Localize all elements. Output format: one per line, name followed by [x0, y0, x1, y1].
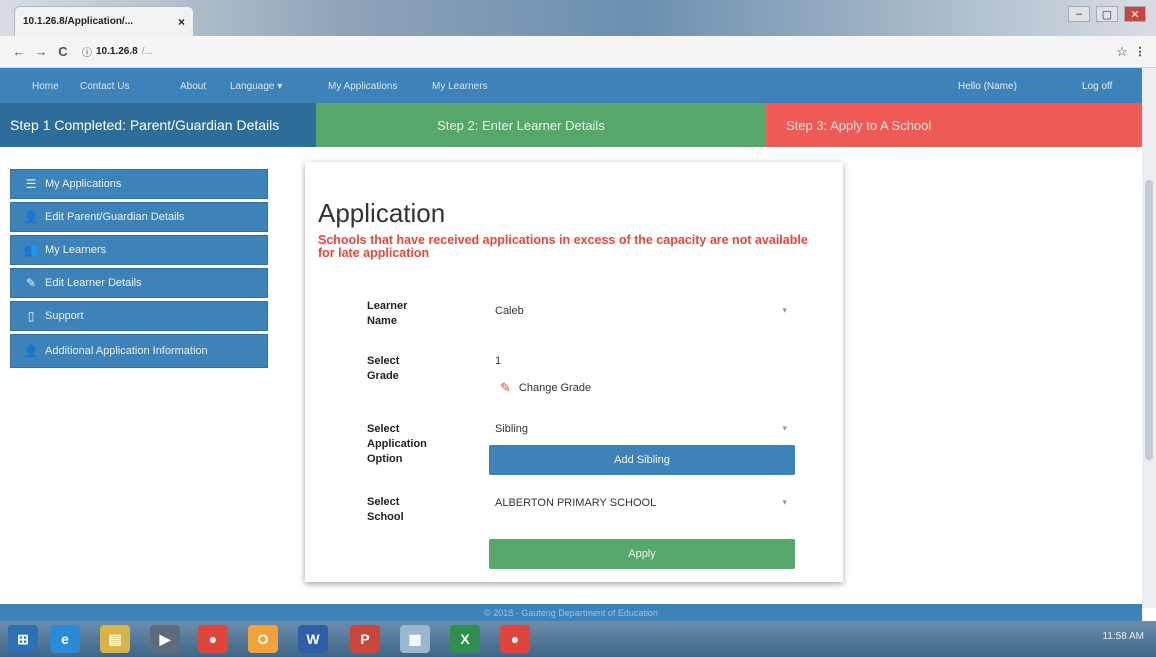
clock[interactable]: 11:58 AM [1102, 631, 1144, 642]
taskbar-app-icon[interactable]: ● [198, 625, 228, 653]
reload-icon[interactable]: C [52, 44, 74, 59]
chevron-down-icon: ▾ [782, 305, 787, 315]
taskbar-app-icon[interactable]: O [248, 625, 278, 653]
browser-tab[interactable]: 10.1.26.8/Application/... × [14, 6, 194, 36]
url-field[interactable]: ⓘ 10.1.26.8 /... [82, 44, 1112, 59]
sidebar-item-support[interactable]: ▯ Support [10, 301, 268, 331]
select-grade-label: Select Grade [367, 355, 400, 382]
sidebar-item-label: Support [45, 310, 84, 322]
list-icon: ☰ [25, 177, 37, 191]
sidebar-item-edit-parent[interactable]: 👤 Edit Parent/Guardian Details [10, 202, 268, 232]
os-taskbar: ⊞ e ▤ ▶ ● O W P ▦ X ● 11:58 AM [0, 621, 1156, 657]
window-close-icon[interactable]: ✕ [1124, 6, 1146, 22]
tab-title: 10.1.26.8/Application/... [23, 16, 134, 27]
nav-my-learners[interactable]: My Learners [432, 81, 488, 92]
pencil-icon: ✎ [500, 380, 511, 395]
sidebar-item-label: Additional Application Information [45, 345, 208, 357]
screen: 10.1.26.8/Application/... × – ▢ ✕ ← → C … [0, 0, 1156, 657]
school-value: ALBERTON PRIMARY SCHOOL [495, 497, 657, 509]
change-grade-label: Change Grade [518, 382, 592, 394]
sidebar-item-edit-learner[interactable]: ✎ Edit Learner Details [10, 268, 268, 298]
capacity-warning: Schools that have received applications … [318, 233, 808, 260]
grade-value-field: 1 [489, 349, 795, 373]
add-sibling-button[interactable]: Add Sibling [489, 445, 795, 475]
page-title: Application [318, 198, 446, 228]
nav-home[interactable]: Home [32, 81, 59, 92]
tab-close-icon[interactable]: × [178, 15, 185, 29]
logout-link[interactable]: Log off [1082, 81, 1112, 92]
minimize-icon[interactable]: – [1068, 6, 1090, 22]
footer: © 2018 - Gauteng Department of Education [0, 604, 1142, 622]
nav-language[interactable]: Language [230, 81, 282, 92]
app-navbar: Home Contact Us About Language My Applic… [0, 68, 1142, 108]
school-select[interactable]: ALBERTON PRIMARY SCHOOL ▾ [489, 491, 795, 515]
sidebar-item-my-applications[interactable]: ☰ My Applications [10, 169, 268, 199]
taskbar-app-icon[interactable]: P [350, 625, 380, 653]
application-option-label: Select Application Option [367, 423, 427, 465]
phone-icon: ▯ [27, 309, 35, 323]
window-controls: – ▢ ✕ [1068, 6, 1146, 22]
sidebar-item-label: My Learners [45, 244, 107, 256]
learner-name-value: Caleb [495, 305, 524, 317]
user-icon: 👤 [23, 210, 39, 224]
chevron-down-icon: ▾ [782, 423, 787, 433]
sidebar-item-additional-info[interactable]: 👤 Additional Application Information [10, 334, 268, 368]
application-option-value: Sibling [495, 423, 529, 435]
taskbar-app-icon[interactable]: ▦ [400, 625, 430, 653]
user-icon: 👤 [23, 344, 39, 358]
taskbar-app-icon[interactable]: W [298, 625, 328, 653]
user-greeting[interactable]: Hello (Name) [958, 81, 1017, 92]
grade-value: 1 [495, 355, 502, 367]
chevron-down-icon: ▾ [782, 497, 787, 507]
select-school-label: Select School [367, 496, 404, 523]
sidebar: ☰ My Applications 👤 Edit Parent/Guardian… [10, 169, 268, 371]
site-info-icon[interactable]: ⓘ [82, 44, 92, 59]
apply-button[interactable]: Apply [489, 539, 795, 569]
system-tray: 11:58 AM [1102, 631, 1144, 642]
maximize-icon[interactable]: ▢ [1096, 6, 1118, 22]
nav-contact-us[interactable]: Contact Us [80, 81, 129, 92]
address-bar: ← → C ⓘ 10.1.26.8 /... ☆ ⋮ [0, 36, 1156, 68]
sidebar-item-label: Edit Learner Details [45, 277, 142, 289]
taskbar-app-icon[interactable]: ● [500, 625, 530, 653]
sidebar-item-label: Edit Parent/Guardian Details [45, 211, 185, 223]
sidebar-item-my-learners[interactable]: 👥 My Learners [10, 235, 268, 265]
sidebar-item-label: My Applications [45, 178, 122, 190]
url-host: 10.1.26.8 [96, 46, 138, 57]
users-icon: 👥 [23, 243, 39, 257]
learner-name-label: Learner Name [367, 300, 408, 327]
browser-tab-bar: 10.1.26.8/Application/... × – ▢ ✕ [0, 0, 1156, 36]
forward-icon[interactable]: → [30, 44, 52, 59]
taskbar-app-icon[interactable]: ▤ [100, 625, 130, 653]
taskbar-app-icon[interactable]: e [50, 625, 80, 653]
taskbar-app-icon[interactable]: X [450, 625, 480, 653]
bookmark-star-icon[interactable]: ☆ [1112, 44, 1132, 60]
taskbar-app-icon[interactable]: ▶ [150, 625, 180, 653]
application-panel: Application Schools that have received a… [305, 162, 843, 582]
nav-my-applications[interactable]: My Applications [328, 81, 397, 92]
pencil-icon: ✎ [25, 276, 37, 290]
step-2-banner: Step 2: Enter Learner Details [316, 103, 766, 147]
scrollbar-thumb[interactable] [1145, 180, 1153, 460]
back-icon[interactable]: ← [8, 44, 30, 59]
taskbar-app-icon[interactable]: ⊞ [8, 625, 38, 653]
nav-about[interactable]: About [180, 81, 206, 92]
learner-name-select[interactable]: Caleb ▾ [489, 299, 795, 323]
browser-menu-icon[interactable]: ⋮ [1132, 45, 1148, 58]
change-grade-link[interactable]: ✎ Change Grade [500, 380, 591, 396]
step-3-banner: Step 3: Apply to A School [766, 103, 1142, 147]
url-path: /... [141, 46, 153, 57]
step-1-banner: Step 1 Completed: Parent/Guardian Detail… [0, 103, 316, 147]
application-option-select[interactable]: Sibling ▾ [489, 417, 795, 441]
